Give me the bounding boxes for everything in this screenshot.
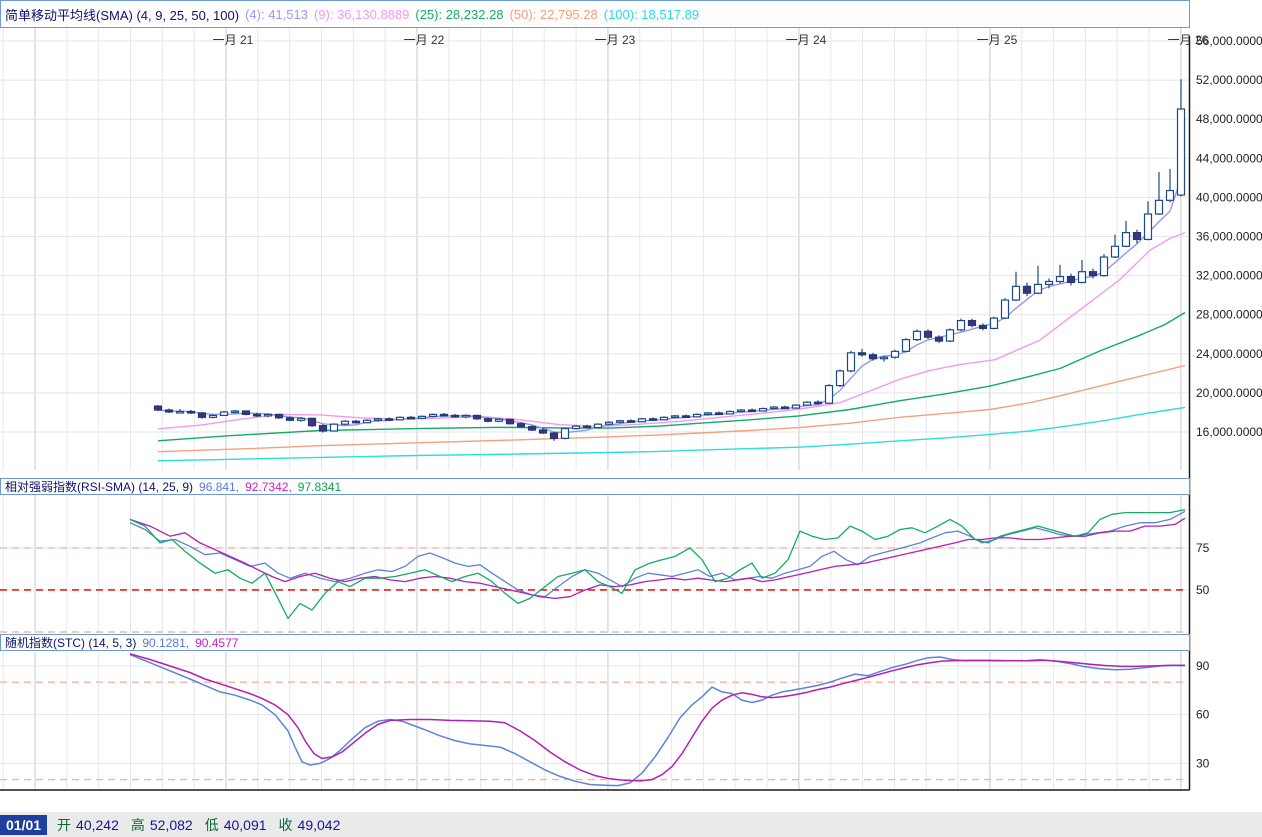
status-bar: 01/01 开 40,242 高 52,082 低 40,091 收 49,042 [0,812,1262,837]
date-label: 一月 24 [786,33,827,47]
y-axis-tick-label: 75 [1196,541,1210,555]
ohlc-label: 高 [131,817,145,833]
sma-header-bar: 简单移动平均线(SMA) (4, 9, 25, 50, 100) (4): 41… [0,0,1190,28]
y-axis-tick-label: 30 [1196,756,1210,770]
sma-values: (4): 41,513 (9): 36,130.8889 (25): 28,232.… [245,7,705,22]
ohlc-value: 40,091 [224,817,267,833]
y-axis-tick-label: 16,000.0000 [1196,425,1262,439]
y-axis-tick-label: 50 [1196,583,1210,597]
indicator-value: (50): 22,795.28 [510,7,598,22]
indicator-value: (4): 41,513 [245,7,308,22]
y-axis-tick-label: 52,000.0000 [1196,73,1262,87]
y-axis-tick-label: 20,000.0000 [1196,386,1262,400]
grid [0,28,1188,790]
stc-values: 90.1281, 90.4577 [142,636,244,650]
axis-labels: 56,000.000052,000.000048,000.000044,000.… [1196,34,1262,770]
rsi-values: 96.841, 92.7342, 97.8341 [199,480,347,494]
indicator-value: (9): 36,130.8889 [314,7,409,22]
indicator-value: (100): 18,517.89 [604,7,699,22]
charting-terminal: 56,000.000052,000.000048,000.000044,000.… [0,0,1262,837]
ohlc-label: 开 [57,817,71,833]
indicator-value: (25): 28,232.28 [415,7,503,22]
rsi-title: 相对强弱指数(RSI-SMA) (14, 25, 9) [5,478,193,495]
date-label: 一月 25 [977,33,1018,47]
ohlc-label: 低 [205,817,219,833]
date-label: 一月 23 [595,33,636,47]
y-axis-tick-label: 40,000.0000 [1196,190,1262,204]
indicator-value: 96.841, [199,480,239,494]
ohlc-value: 40,242 [76,817,119,833]
threshold-lines [0,548,1188,780]
sma-title: 简单移动平均线(SMA) (4, 9, 25, 50, 100) [5,5,239,24]
stc-title: 随机指数(STC) (14, 5, 3) [5,634,136,651]
stc-header-bar: 随机指数(STC) (14, 5, 3) 90.1281, 90.4577 [0,634,1190,651]
date-label: 一月 22 [404,33,445,47]
candlesticks [155,79,1185,441]
indicator-value: 90.4577 [195,636,238,650]
y-axis-tick-label: 48,000.0000 [1196,112,1262,126]
date-label: 一月 21 [213,33,254,47]
y-axis-tick-label: 44,000.0000 [1196,151,1262,165]
indicator-value: 97.8341 [298,480,341,494]
ohlc-value: 52,082 [150,817,193,833]
rsi-lines [130,510,1185,619]
indicator-value: 90.1281, [142,636,189,650]
rsi-header-bar: 相对强弱指数(RSI-SMA) (14, 25, 9) 96.841, 92.73… [0,478,1190,495]
chart-canvas[interactable]: 56,000.000052,000.000048,000.000044,000.… [0,0,1262,837]
date-label: 一月 26 [1168,33,1209,47]
y-axis-tick-label: 28,000.0000 [1196,308,1262,322]
stc-lines [130,654,1185,786]
ohlc-label: 收 [279,817,293,833]
y-axis-tick-label: 32,000.0000 [1196,269,1262,283]
y-axis-tick-label: 36,000.0000 [1196,230,1262,244]
status-date-badge: 01/01 [0,815,47,835]
ohlc-readout: 开 40,242 高 52,082 低 40,091 收 49,042 [57,815,352,835]
indicator-value: 92.7342, [245,480,292,494]
y-axis-tick-label: 60 [1196,708,1210,722]
date-labels: 一月 21 一月 22 一月 23 一月 24 一月 25 一月 26 [213,33,1209,47]
y-axis-tick-label: 90 [1196,659,1210,673]
y-axis-tick-label: 24,000.0000 [1196,347,1262,361]
ohlc-value: 49,042 [298,817,341,833]
